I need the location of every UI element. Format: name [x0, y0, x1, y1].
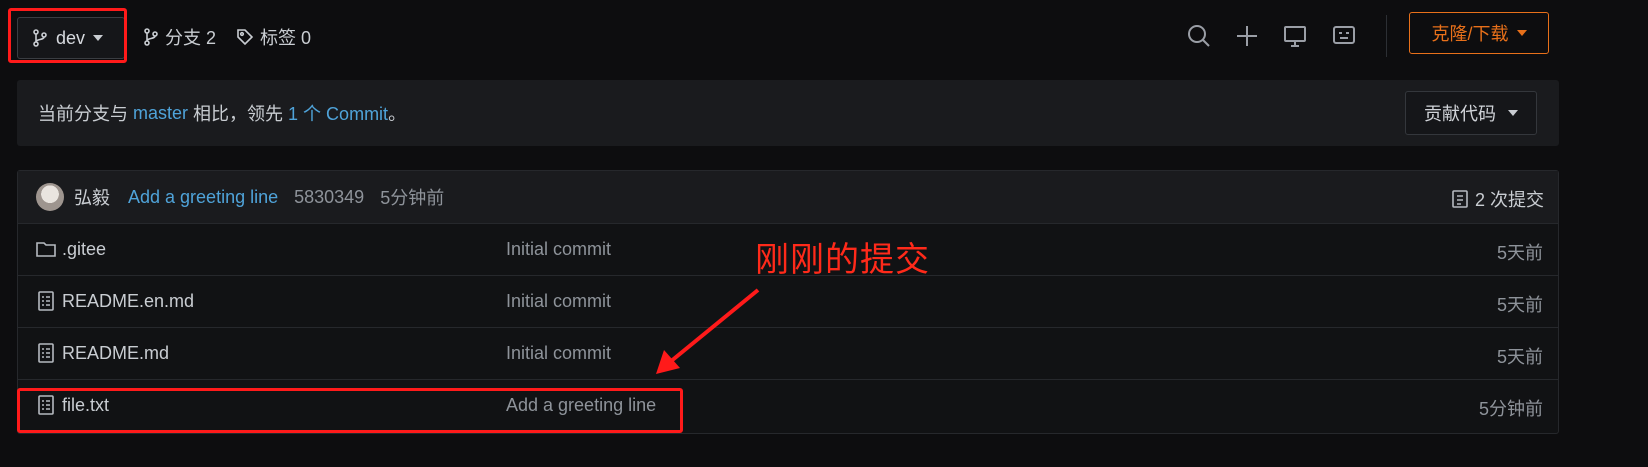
latest-commit-bar: 弘毅 Add a greeting line 5830349 5分钟前 2 次提… [18, 171, 1558, 223]
commits-count-link[interactable]: 2 次提交 [1451, 186, 1544, 212]
tag-icon [237, 29, 254, 46]
file-icon [38, 343, 54, 363]
compare-text-mid: 相比，领先 [188, 104, 289, 124]
branch-icon [144, 28, 158, 46]
webide-icon[interactable] [1330, 22, 1358, 50]
branches-label: 分支 2 [165, 28, 217, 48]
commit-message-link[interactable]: Add a greeting line [128, 187, 278, 208]
file-row[interactable]: README.en.md Initial commit 5天前 [18, 275, 1558, 327]
file-row[interactable]: README.md Initial commit 5天前 [18, 327, 1558, 379]
chevron-down-icon [1508, 110, 1518, 116]
file-commit-message[interactable]: Initial commit [506, 239, 611, 260]
file-icon [38, 291, 54, 311]
folder-icon [36, 242, 56, 257]
monitor-icon[interactable] [1281, 22, 1309, 50]
file-name[interactable]: README.md [62, 343, 169, 364]
commit-author[interactable]: 弘毅 [74, 184, 110, 210]
commit-time: 5分钟前 [380, 188, 445, 208]
branch-highlight-box [8, 8, 127, 63]
toolbar-divider [1386, 15, 1387, 57]
clone-download-button[interactable]: 克隆/下载 [1409, 12, 1549, 54]
compare-text-suffix: 。 [388, 104, 407, 124]
plus-icon[interactable] [1233, 22, 1261, 50]
annotation-label: 刚刚的提交 [755, 240, 930, 280]
ahead-commits-link[interactable]: 1 个 Commit [288, 100, 388, 126]
file-commit-message[interactable]: Initial commit [506, 291, 611, 312]
tags-label: 标签 0 [260, 28, 312, 48]
commits-count-label: 2 次提交 [1474, 190, 1544, 210]
base-branch-link[interactable]: master [133, 103, 188, 124]
file-time: 5天前 [1496, 347, 1543, 367]
file-time: 5天前 [1496, 295, 1543, 315]
file-commit-message[interactable]: Initial commit [506, 343, 611, 364]
repo-toolbar: dev 分支 2 标签 0 克隆/下载 [0, 0, 1648, 76]
compare-text-prefix: 当前分支与 [38, 104, 134, 124]
new-commit-highlight-box [17, 388, 683, 433]
branch-compare-banner: 当前分支与 master 相比，领先 1 个 Commit 。 贡献代码 [17, 80, 1559, 146]
tags-link[interactable]: 标签 0 [236, 24, 311, 50]
file-time: 5天前 [1496, 243, 1543, 263]
clone-label: 克隆/下载 [1431, 24, 1509, 44]
commits-icon [1452, 190, 1468, 208]
avatar[interactable] [36, 183, 64, 211]
contribute-button[interactable]: 贡献代码 [1405, 91, 1537, 135]
search-icon[interactable] [1185, 22, 1213, 50]
file-time: 5分钟前 [1478, 399, 1543, 419]
file-name[interactable]: README.en.md [62, 291, 194, 312]
contribute-label: 贡献代码 [1424, 104, 1496, 124]
branches-link[interactable]: 分支 2 [143, 24, 216, 50]
commit-hash[interactable]: 5830349 [294, 187, 364, 208]
chevron-down-icon [1516, 30, 1527, 36]
file-name[interactable]: .gitee [62, 239, 106, 260]
